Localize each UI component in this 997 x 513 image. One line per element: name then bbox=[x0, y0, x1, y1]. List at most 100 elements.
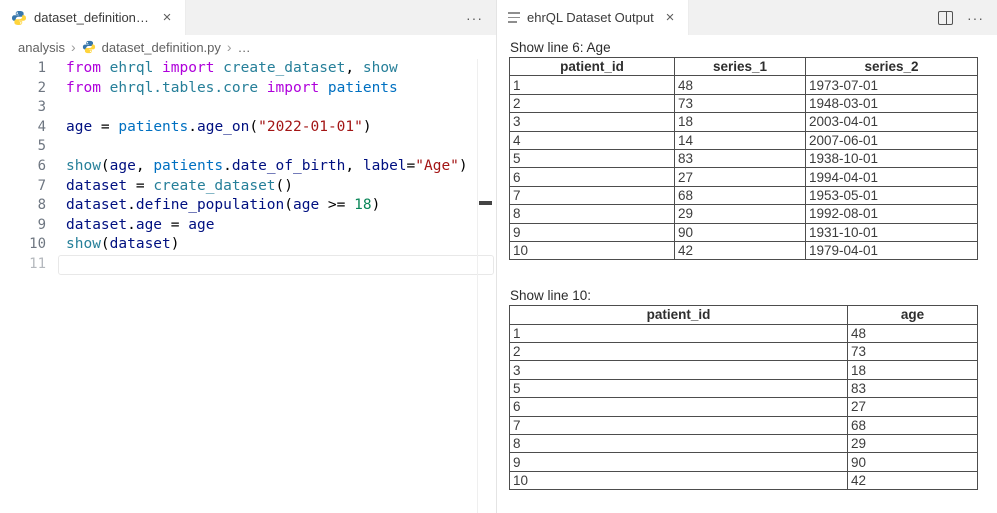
line-number: 8 bbox=[0, 196, 46, 216]
table-row: 7681953-05-01 bbox=[510, 186, 978, 204]
table-cell: 8 bbox=[510, 205, 675, 223]
close-icon[interactable]: × bbox=[159, 10, 175, 25]
tab-ehrql-dataset-output[interactable]: ehrQL Dataset Output × bbox=[497, 0, 689, 35]
overview-ruler-scrollbar[interactable] bbox=[477, 59, 496, 513]
table-row: 1042 bbox=[510, 471, 978, 489]
code-text: from ehrql.tables.core import patients bbox=[66, 79, 398, 99]
table-cell: 90 bbox=[675, 223, 806, 241]
code-line[interactable]: 10 show(dataset) bbox=[0, 235, 496, 255]
table-cell: 83 bbox=[675, 149, 806, 167]
chevron-right-icon: › bbox=[227, 39, 232, 55]
table-cell: 7 bbox=[510, 186, 675, 204]
right-tab-actions: ··· bbox=[938, 0, 997, 35]
code-editor[interactable]: 1 from ehrql import create_dataset, show2… bbox=[0, 59, 496, 513]
python-file-icon bbox=[82, 40, 96, 54]
code-text: dataset.define_population(age >= 18) bbox=[66, 196, 380, 216]
breadcrumb-item-file[interactable]: dataset_definition.py bbox=[102, 40, 221, 55]
right-tabbar: ehrQL Dataset Output × ··· bbox=[497, 0, 997, 35]
table-row: 273 bbox=[510, 343, 978, 361]
code-text: age = patients.age_on("2022-01-01") bbox=[66, 118, 372, 138]
table-row: 2731948-03-01 bbox=[510, 94, 978, 112]
tab-label: dataset_definition.py bbox=[34, 10, 152, 25]
code-text: from ehrql import create_dataset, show bbox=[66, 59, 398, 79]
table-cell: 4 bbox=[510, 131, 675, 149]
close-icon[interactable]: × bbox=[662, 10, 678, 25]
code-text: show(age, patients.date_of_birth, label=… bbox=[66, 157, 468, 177]
table-cell: 83 bbox=[848, 379, 978, 397]
line-number: 7 bbox=[0, 177, 46, 197]
overview-ruler-marker bbox=[479, 201, 492, 205]
code-line[interactable]: 11 bbox=[0, 255, 496, 275]
line-number: 1 bbox=[0, 59, 46, 79]
code-line[interactable]: 8 dataset.define_population(age >= 18) bbox=[0, 196, 496, 216]
line-number: 10 bbox=[0, 235, 46, 255]
tab-label: ehrQL Dataset Output bbox=[527, 10, 655, 25]
table-cell: 27 bbox=[675, 168, 806, 186]
table-cell: 14 bbox=[675, 131, 806, 149]
line-number: 9 bbox=[0, 216, 46, 236]
table-row: 8291992-08-01 bbox=[510, 205, 978, 223]
output-preview-icon bbox=[508, 12, 520, 23]
output-panel: Show line 6: Age patient_idseries_1serie… bbox=[497, 35, 997, 513]
breadcrumb-item-analysis[interactable]: analysis bbox=[18, 40, 65, 55]
more-actions-icon[interactable]: ··· bbox=[967, 10, 984, 26]
code-lines: 1 from ehrql import create_dataset, show2… bbox=[0, 59, 496, 275]
table-row: 829 bbox=[510, 435, 978, 453]
table-cell: 48 bbox=[848, 324, 978, 342]
code-line[interactable]: 3 bbox=[0, 98, 496, 118]
code-line[interactable]: 7 dataset = create_dataset() bbox=[0, 177, 496, 197]
table-row: 10421979-04-01 bbox=[510, 241, 978, 259]
table-cell: 48 bbox=[675, 76, 806, 94]
table-header-row: patient_idseries_1series_2 bbox=[510, 58, 978, 76]
code-text: dataset = create_dataset() bbox=[66, 177, 293, 197]
code-text: show(dataset) bbox=[66, 235, 180, 255]
code-line[interactable]: 9dataset.age = age bbox=[0, 216, 496, 236]
table-row: 583 bbox=[510, 379, 978, 397]
column-header: patient_id bbox=[510, 306, 848, 324]
table-cell: 6 bbox=[510, 398, 848, 416]
table-cell: 68 bbox=[675, 186, 806, 204]
table-cell: 1948-03-01 bbox=[806, 94, 978, 112]
breadcrumb: analysis › dataset_definition.py › … bbox=[0, 35, 496, 59]
table-cell: 29 bbox=[848, 435, 978, 453]
python-file-icon bbox=[11, 10, 27, 26]
table-cell: 73 bbox=[848, 343, 978, 361]
table-cell: 2 bbox=[510, 343, 848, 361]
code-line[interactable]: 5 bbox=[0, 137, 496, 157]
output-section: Show line 10: patient_idage1482733185836… bbox=[509, 288, 980, 490]
table-row: 627 bbox=[510, 398, 978, 416]
code-line[interactable]: 6show(age, patients.date_of_birth, label… bbox=[0, 157, 496, 177]
column-header: series_1 bbox=[675, 58, 806, 76]
table-cell: 29 bbox=[675, 205, 806, 223]
code-line[interactable]: 1 from ehrql import create_dataset, show bbox=[0, 59, 496, 79]
code-line[interactable]: 2from ehrql.tables.core import patients bbox=[0, 79, 496, 99]
left-tab-actions: ··· bbox=[466, 0, 496, 35]
table-cell: 1994-04-01 bbox=[806, 168, 978, 186]
table-cell: 9 bbox=[510, 453, 848, 471]
table-cell: 3 bbox=[510, 113, 675, 131]
breadcrumb-item-symbol[interactable]: … bbox=[238, 40, 251, 55]
more-actions-icon[interactable]: ··· bbox=[466, 10, 483, 26]
table-cell: 2 bbox=[510, 94, 675, 112]
code-line[interactable]: 4 age = patients.age_on("2022-01-01") bbox=[0, 118, 496, 138]
line-number: 4 bbox=[0, 118, 46, 138]
table-cell: 1931-10-01 bbox=[806, 223, 978, 241]
table-header-row: patient_idage bbox=[510, 306, 978, 324]
left-tabbar: dataset_definition.py × ··· bbox=[0, 0, 496, 35]
workbench: dataset_definition.py × ··· analysis › d… bbox=[0, 0, 997, 513]
table-cell: 1992-08-01 bbox=[806, 205, 978, 223]
tab-dataset-definition[interactable]: dataset_definition.py × bbox=[0, 0, 186, 35]
table-cell: 8 bbox=[510, 435, 848, 453]
table-cell: 42 bbox=[675, 241, 806, 259]
line-number: 3 bbox=[0, 98, 46, 118]
table-cell: 10 bbox=[510, 471, 848, 489]
table-cell: 68 bbox=[848, 416, 978, 434]
line-number: 5 bbox=[0, 137, 46, 157]
table-cell: 1 bbox=[510, 76, 675, 94]
split-editor-icon[interactable] bbox=[938, 11, 953, 25]
table-cell: 9 bbox=[510, 223, 675, 241]
table-cell: 90 bbox=[848, 453, 978, 471]
table-row: 9901931-10-01 bbox=[510, 223, 978, 241]
table-cell: 1938-10-01 bbox=[806, 149, 978, 167]
table-cell: 6 bbox=[510, 168, 675, 186]
